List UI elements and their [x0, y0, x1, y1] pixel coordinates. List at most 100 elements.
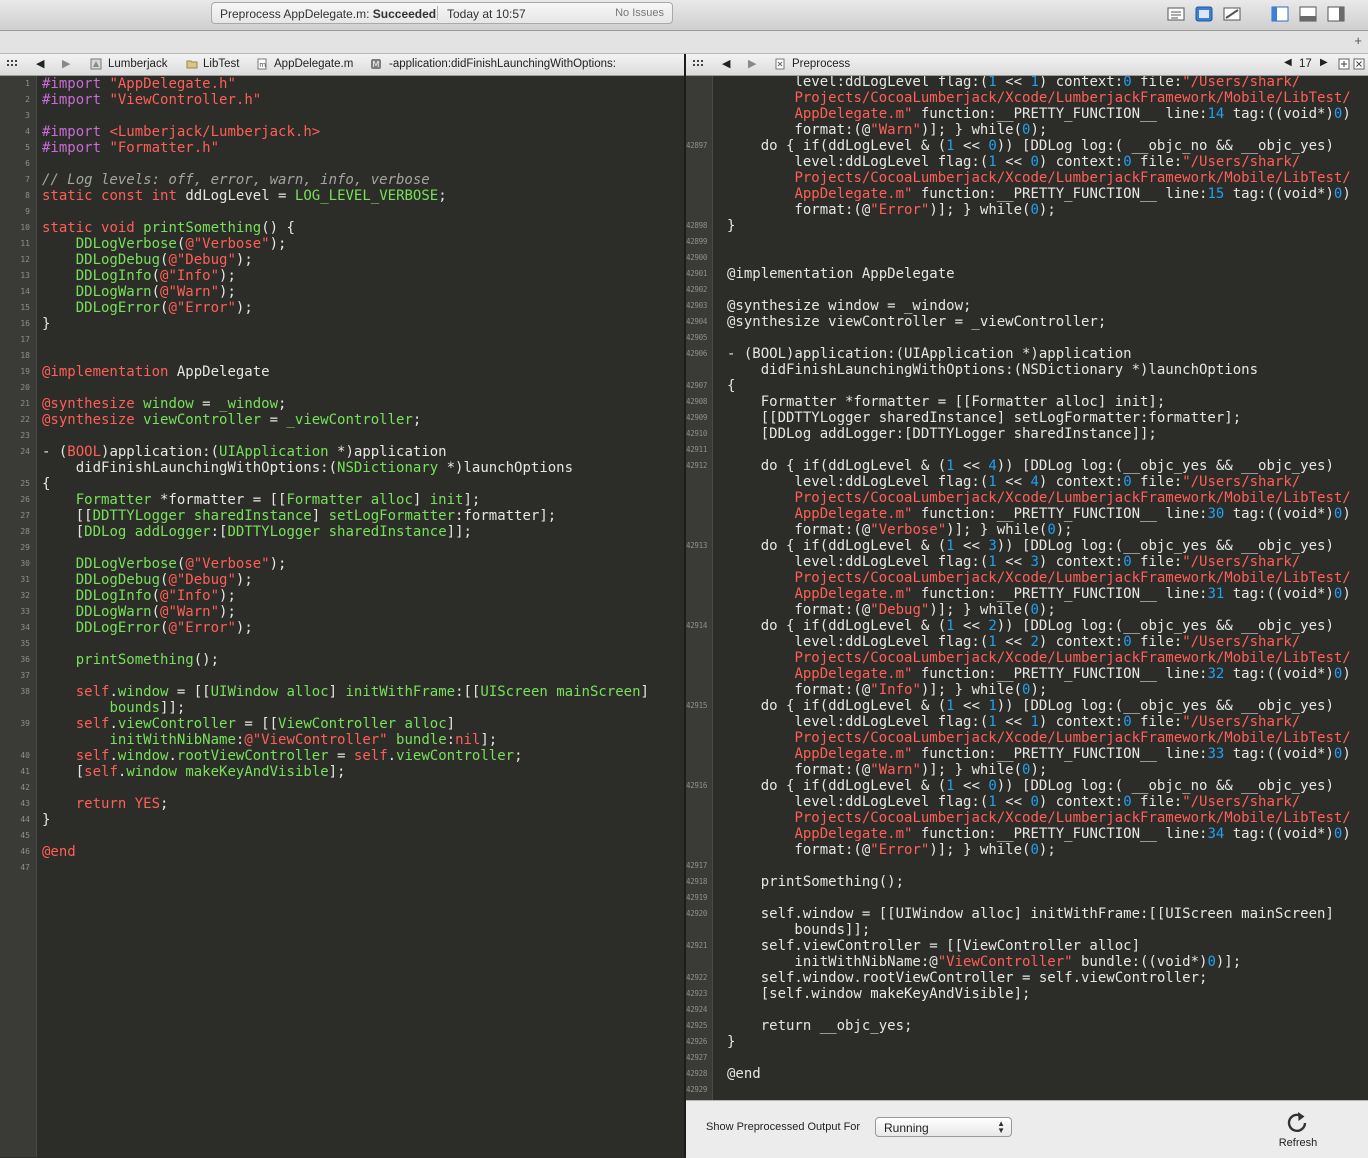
- code-line: level:ddLogLevel flag:(1 << 2) context:0…: [727, 634, 1301, 650]
- line-number: 21: [20, 399, 30, 408]
- code-line: ​: [727, 1050, 1351, 1066]
- line-number: 38: [20, 687, 30, 696]
- select-value: Running: [884, 1121, 929, 1135]
- line-number: 42925: [686, 1021, 708, 1030]
- line-number: 34: [20, 623, 30, 632]
- line-number: 12: [20, 255, 30, 264]
- next-issue-icon[interactable]: ▶: [1320, 57, 1328, 68]
- line-number: 4: [25, 127, 30, 136]
- line-number: 25: [20, 479, 30, 488]
- code-line: static const int ddLogLevel = LOG_LEVEL_…: [42, 188, 447, 204]
- code-line: ​: [42, 780, 649, 796]
- line-number: 7: [25, 175, 30, 184]
- preprocessed-code[interactable]: level:ddLogLevel flag:(1 << 1) context:0…: [727, 76, 1351, 1098]
- code-line: ​: [727, 1082, 1351, 1098]
- line-number: 13: [20, 271, 30, 280]
- code-line: printSomething();: [75, 652, 220, 668]
- source-code[interactable]: #import "AppDelegate.h" #import "ViewCont…: [42, 76, 649, 876]
- previous-issue-icon[interactable]: ◀: [1284, 57, 1292, 68]
- add-tab-icon[interactable]: +: [1354, 33, 1362, 48]
- assistant-editor-icon[interactable]: [1194, 5, 1214, 23]
- related-items-icon[interactable]: [692, 58, 704, 70]
- code-line: AppDelegate.m" function:__PRETTY_FUNCTIO…: [794, 746, 1351, 762]
- activity-task: Preprocess AppDelegate.m: Succeeded: [220, 7, 437, 21]
- standard-editor-icon[interactable]: [1166, 5, 1186, 23]
- breadcrumb-project[interactable]: Lumberjack: [108, 58, 167, 70]
- add-editor-icon[interactable]: [1338, 58, 1350, 70]
- line-number: 42901: [686, 269, 708, 278]
- line-number: 42913: [686, 541, 708, 550]
- code-line: level:ddLogLevel flag:(1 << 3) context:0…: [727, 554, 1301, 570]
- utilities-toggle-icon[interactable]: [1326, 5, 1346, 23]
- code-line: Formatter *formatter = [[Formatter alloc…: [727, 394, 1166, 410]
- breadcrumb-file[interactable]: AppDelegate.m: [274, 58, 353, 70]
- preprocess-action-select[interactable]: Running ▲ ▼: [875, 1117, 1012, 1137]
- line-number: 42900: [686, 253, 708, 262]
- line-number: 42906: [686, 349, 708, 358]
- code-line: [DDLog addLogger:[DDTTYLogger sharedInst…: [727, 426, 1157, 442]
- line-number: 24: [20, 447, 30, 456]
- line-number: 20: [20, 383, 30, 392]
- line-number: 5: [25, 143, 30, 152]
- code-line: DDLogDebug(@"Debug");: [75, 252, 253, 268]
- code-line: [[DDTTYLogger sharedInstance] setLogForm…: [727, 410, 1242, 426]
- code-line: static void printSomething() {: [42, 220, 295, 236]
- related-items-icon[interactable]: [6, 58, 18, 70]
- back-arrow-icon[interactable]: ◀: [722, 57, 730, 70]
- line-number: 18: [20, 351, 30, 360]
- project-icon: [90, 58, 102, 70]
- code-line: format:(@"Warn")]; } while(0);: [727, 762, 1048, 778]
- close-editor-icon[interactable]: [1353, 58, 1365, 70]
- line-number: 23: [20, 431, 30, 440]
- code-line: Projects/CocoaLumberjack/Xcode/Lumberjac…: [794, 90, 1351, 106]
- code-line: @synthesize viewController = _viewContro…: [727, 314, 1107, 330]
- code-line: ​: [42, 332, 649, 348]
- code-line: format:(@"Warn")]; } while(0);: [727, 122, 1048, 138]
- line-number: 42921: [686, 941, 708, 950]
- source-editor[interactable]: 1 2 3 4 5 6 7 8 9 10 11 12 13 14 15 16 17 18 19 20 21 22 23 24 2…: [0, 76, 684, 1157]
- code-line: AppDelegate.m" function:__PRETTY_FUNCTIO…: [794, 586, 1351, 602]
- preprocess-options-bar: Show Preprocessed Output For Running ▲ ▼ …: [686, 1100, 1368, 1158]
- line-number: 6: [25, 159, 30, 168]
- method-icon: M: [371, 59, 381, 69]
- breadcrumb-method[interactable]: -application:didFinishLaunchingWithOptio…: [389, 58, 616, 70]
- code-line: [[DDTTYLogger sharedInstance] setLogForm…: [42, 508, 557, 524]
- line-number: 31: [20, 575, 30, 584]
- code-line: level:ddLogLevel flag:(1 << 0) context:0…: [727, 154, 1301, 170]
- line-number: 42916: [686, 781, 708, 790]
- debug-toggle-icon[interactable]: [1298, 5, 1318, 23]
- forward-arrow-icon[interactable]: ▶: [748, 57, 756, 70]
- preprocess-for-label: Show Preprocessed Output For: [706, 1121, 861, 1133]
- preprocessed-output-editor[interactable]: 42897 42898 42899 42900 42901 42902 42903 42904…: [686, 76, 1368, 1100]
- line-number: 1: [25, 79, 30, 88]
- code-line: }: [727, 1034, 736, 1050]
- breadcrumb-preprocess[interactable]: Preprocess: [792, 58, 850, 70]
- code-line: do { if(ddLogLevel & (1 << 1)) [DDLog lo…: [727, 698, 1334, 714]
- window-toolbar: Preprocess AppDelegate.m: Succeeded Toda…: [0, 0, 1368, 31]
- breadcrumb-group[interactable]: LibTest: [203, 58, 239, 70]
- line-number: 17: [20, 335, 30, 344]
- back-arrow-icon[interactable]: ◀: [36, 57, 44, 70]
- line-number: 39: [20, 719, 30, 728]
- line-number: 35: [20, 639, 30, 648]
- code-line: didFinishLaunchingWithOptions:(NSDiction…: [42, 460, 574, 476]
- version-editor-icon[interactable]: [1222, 5, 1242, 23]
- code-line: DDLogError(@"Error");: [75, 300, 253, 316]
- refresh-button[interactable]: Refresh: [1274, 1107, 1322, 1151]
- line-number: 42929: [686, 1085, 708, 1094]
- line-number-gutter: 1 2 3 4 5 6 7 8 9 10 11 12 13 14 15 16 17 18 19 20 21 22 23 24 2…: [0, 76, 37, 1157]
- navigator-toggle-icon[interactable]: [1270, 5, 1290, 23]
- code-line: return YES;: [75, 796, 169, 812]
- line-number: 42923: [686, 989, 708, 998]
- code-line: ​: [42, 636, 649, 652]
- code-line: self.viewController = [[ViewController a…: [75, 716, 456, 732]
- line-number: 27: [20, 511, 30, 520]
- code-line: DDLogError(@"Error");: [75, 620, 253, 636]
- code-line: ​: [727, 282, 1351, 298]
- code-line: level:ddLogLevel flag:(1 << 1) context:0…: [727, 714, 1301, 730]
- folder-icon: [186, 60, 198, 69]
- code-line: // Log levels: off, error, warn, info, v…: [42, 172, 430, 188]
- code-line: [self.window makeKeyAndVisible];: [727, 986, 1031, 1002]
- right-jump-bar: ◀ ▶ Preprocess ◀ 17 ▶: [686, 54, 1368, 76]
- forward-arrow-icon[interactable]: ▶: [62, 57, 70, 70]
